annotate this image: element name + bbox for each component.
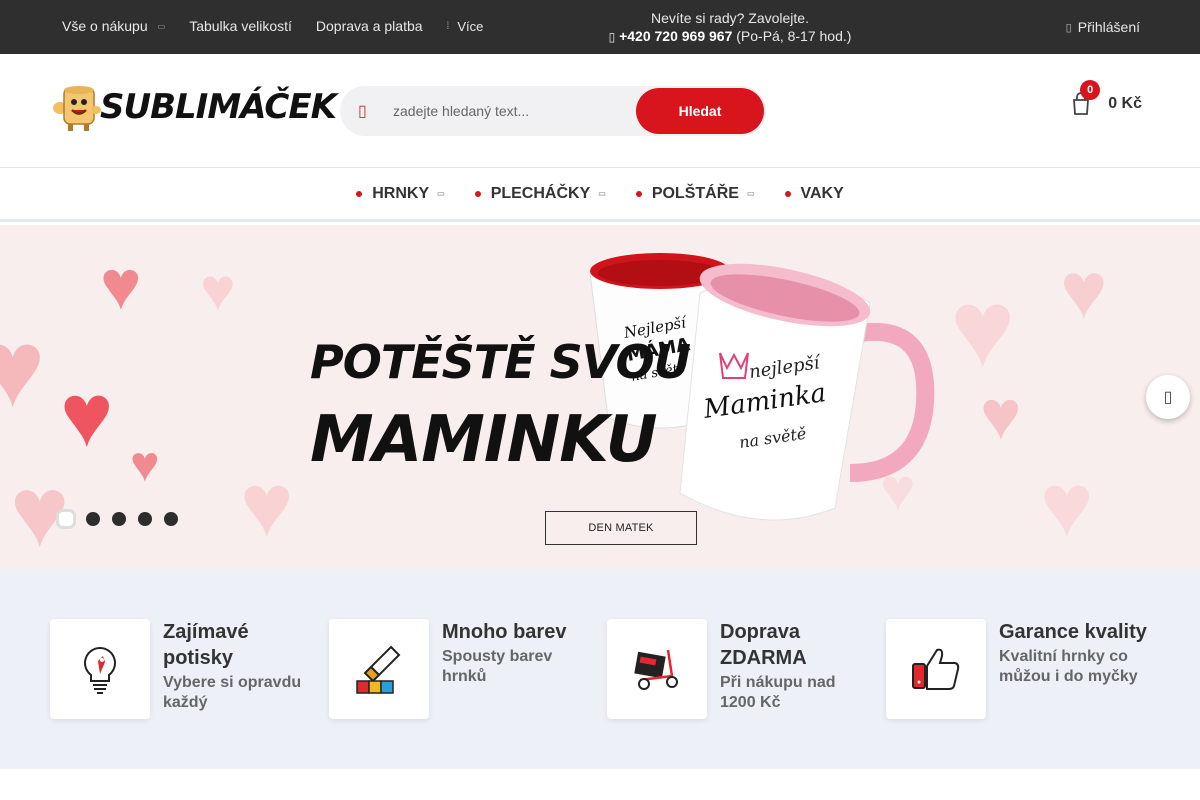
category-plechacky[interactable]: PLECHÁČKY ▭ — [474, 184, 606, 203]
heart-decoration: ♥ — [1060, 246, 1108, 335]
heart-decoration: ♥ — [0, 307, 46, 430]
color-picker-icon — [356, 645, 401, 694]
bullet-icon — [784, 190, 791, 197]
contact-prompt: Nevíte si rady? Zavolejte. — [651, 10, 809, 26]
hero-banner: ♥ ♥ ♥ ♥ ♥ ♥ ♥ ♥ ♥ ♥ ♥ ♥ Nejlepší MÁMA na… — [0, 225, 1200, 569]
category-label: POLŠTÁŘE — [651, 184, 739, 202]
contact-info: Nevíte si rady? Zavolejte. ▯ +420 720 96… — [560, 9, 900, 46]
cart-icon: 0 — [1070, 80, 1101, 116]
contact-phone[interactable]: +420 720 969 967 — [619, 28, 732, 44]
den-matek-button[interactable]: DEN MATEK — [545, 511, 697, 545]
bullet-icon — [356, 190, 363, 197]
feature-item: Zajímavé potisky Vybere si opravdu každý — [50, 619, 313, 719]
feature-icon-box — [607, 619, 707, 719]
contact-hours: (Po-Pá, 8-17 hod.) — [736, 28, 852, 44]
menu-dots-icon: ⁞ — [446, 20, 450, 32]
top-nav-label: Tabulka velikostí — [189, 18, 292, 34]
heart-decoration: ♥ — [950, 267, 1016, 390]
features-section: Zajímavé potisky Vybere si opravdu každý… — [0, 569, 1200, 769]
feature-subtitle: Vybere si opravdu každý — [163, 674, 302, 711]
search-input[interactable] — [393, 103, 623, 119]
heart-decoration: ♥ — [130, 436, 160, 492]
phone-icon: ▯ — [608, 30, 616, 44]
heart-decoration: ♥ — [100, 246, 142, 324]
top-nav-item-tabulka-velikosti[interactable]: Tabulka velikostí — [189, 18, 292, 34]
category-label: PLECHÁČKY — [490, 184, 591, 202]
heart-decoration: ♥ — [980, 376, 1022, 454]
mug-mascot-icon — [53, 86, 101, 131]
category-vaky[interactable]: VAKY — [784, 184, 844, 203]
slider-dot-1[interactable] — [56, 509, 76, 529]
top-nav-label: Doprava a platba — [315, 18, 423, 34]
banner-title-line1: POTĚŠTĚ SVOU — [310, 335, 691, 389]
top-nav-label: Vše o nákupu — [62, 18, 148, 34]
feature-title: Garance kvality — [999, 621, 1147, 643]
heart-decoration: ♥ — [200, 256, 236, 323]
bullet-icon — [635, 190, 642, 197]
search-button[interactable]: Hledat — [636, 88, 764, 134]
feature-item: Garance kvality Kvalitní hrnky co můžou … — [886, 619, 1159, 719]
bullet-icon — [474, 190, 481, 197]
category-hrnky[interactable]: HRNKY ▭ — [356, 184, 445, 203]
feature-subtitle: Kvalitní hrnky co můžou i do myčky — [999, 648, 1138, 685]
site-header: SUBLIMÁČEK ▯ Hledat 0 0 Kč — [0, 54, 1200, 168]
top-nav-item-doprava-a-platba[interactable]: Doprava a platba — [316, 18, 423, 34]
user-icon: ▯ — [1065, 21, 1072, 34]
thumbs-up-icon — [912, 648, 960, 690]
top-bar: Vše o nákupu ▭ Tabulka velikostí Doprava… — [0, 0, 1200, 54]
feature-item: Mnoho barev Spousty barev hrnků — [329, 619, 592, 719]
feature-icon-box — [50, 619, 150, 719]
top-nav-more-button[interactable]: ⁞ Více — [447, 19, 484, 34]
heart-decoration: ♥ — [240, 456, 294, 556]
slider-dot-4[interactable] — [138, 512, 152, 526]
login-link[interactable]: ▯ Přihlášení — [1066, 19, 1140, 35]
category-label: HRNKY — [372, 184, 430, 202]
category-label: VAKY — [800, 184, 844, 202]
search-bar: ▯ Hledat — [340, 86, 766, 136]
heart-decoration: ♥ — [60, 366, 114, 466]
slider-dot-5[interactable] — [164, 512, 178, 526]
feature-subtitle: Spousty barev hrnků — [442, 648, 553, 685]
chevron-down-icon: ▭ — [598, 189, 606, 198]
slider-dots — [56, 509, 190, 529]
feature-title: Mnoho barev — [442, 621, 567, 643]
banner-title-line2: MAMINKU — [310, 403, 658, 477]
feature-subtitle: Při nákupu nad 1200 Kč — [720, 674, 836, 711]
slider-next-button[interactable]: ▯ — [1146, 375, 1190, 419]
logo[interactable]: SUBLIMÁČEK — [52, 82, 337, 132]
top-nav-more-label: Více — [457, 18, 484, 34]
chevron-down-icon: ▭ — [437, 189, 445, 198]
slider-dot-3[interactable] — [112, 512, 126, 526]
chevron-down-icon: ▭ — [746, 189, 755, 198]
category-nav: HRNKY ▭ PLECHÁČKY ▭ POLŠTÁŘE ▭ VAKY — [0, 168, 1200, 222]
slider-dot-2[interactable] — [86, 512, 100, 526]
feature-title: Doprava ZDARMA — [720, 621, 807, 669]
feature-title: Zajímavé potisky — [163, 621, 249, 669]
feature-icon-box — [886, 619, 986, 719]
lightbulb-icon — [84, 646, 116, 694]
mugs-illustration: Nejlepší MÁMA na světě nejlepší Maminka … — [589, 253, 935, 521]
cart-button[interactable]: 0 0 Kč — [1070, 80, 1142, 116]
login-label: Přihlášení — [1077, 19, 1140, 35]
search-icon: ▯ — [358, 103, 367, 120]
category-polstare[interactable]: POLŠTÁŘE ▭ — [635, 184, 755, 203]
logo-text: SUBLIMÁČEK — [100, 87, 337, 127]
cart-total: 0 Kč — [1108, 95, 1142, 112]
heart-decoration: ♥ — [1040, 456, 1094, 556]
chevron-right-icon: ▯ — [1163, 389, 1173, 406]
top-nav: Vše o nákupu ▭ Tabulka velikostí Doprava… — [62, 18, 507, 34]
cart-count-badge: 0 — [1080, 80, 1101, 100]
top-nav-item-vse-o-nakupu[interactable]: Vše o nákupu ▭ — [62, 18, 165, 34]
feature-icon-box — [329, 619, 429, 719]
delivery-cart-icon — [634, 649, 678, 690]
feature-item: Doprava ZDARMA Při nákupu nad 1200 Kč — [607, 619, 850, 719]
chevron-down-icon: ▭ — [157, 21, 166, 31]
